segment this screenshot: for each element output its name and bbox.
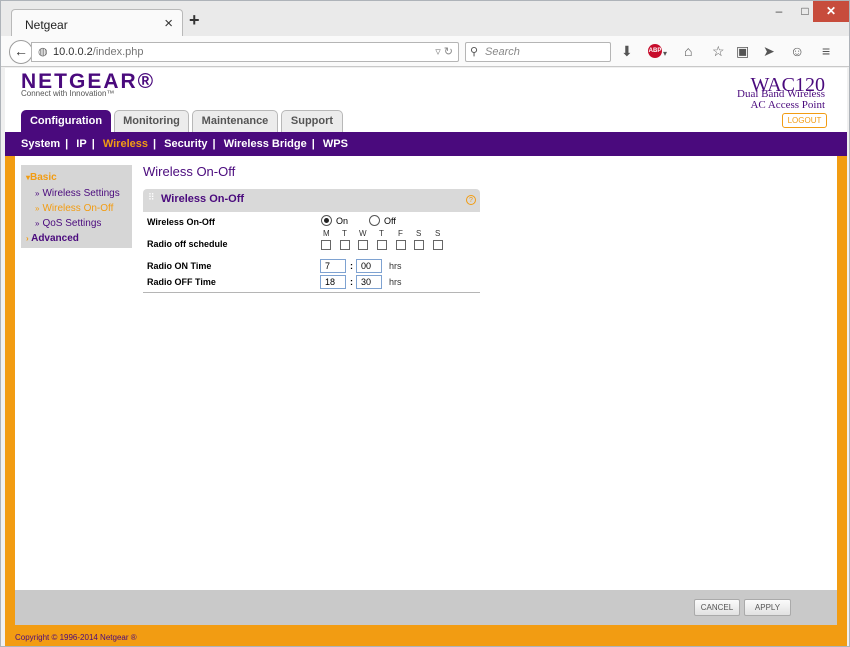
subnav-security[interactable]: Security bbox=[164, 132, 207, 156]
apply-button[interactable]: APPLY bbox=[744, 599, 791, 616]
wireless-onoff-panel: ⠿ Wireless On-Off ? Wireless On-Off On O… bbox=[143, 189, 480, 293]
day-checkbox[interactable] bbox=[358, 240, 368, 250]
download-icon[interactable]: ⬇ bbox=[621, 44, 633, 58]
model-description: Dual Band Wireless AC Access Point bbox=[737, 88, 825, 111]
panel-header: ⠿ Wireless On-Off ? bbox=[143, 189, 480, 212]
clipboard-icon[interactable]: ▣ bbox=[736, 44, 749, 58]
reload-icon[interactable]: ▿ ↻ bbox=[435, 45, 453, 58]
cancel-button[interactable]: CANCEL bbox=[694, 599, 740, 616]
radio-on[interactable] bbox=[321, 215, 332, 226]
menu-item-qos-settings[interactable]: » QoS Settings bbox=[35, 218, 101, 229]
on-hour-input[interactable]: 7 bbox=[320, 259, 346, 273]
navigation-toolbar: ← ◍ 10.0.0.2/index.php ▿ ↻ ⚲ Search ⬇ AB… bbox=[1, 36, 849, 67]
home-icon[interactable]: ⌂ bbox=[684, 44, 692, 58]
search-icon: ⚲ bbox=[470, 46, 479, 58]
tab-configuration[interactable]: Configuration bbox=[21, 110, 111, 132]
menu-icon[interactable]: ≡ bbox=[822, 44, 830, 58]
new-tab-icon[interactable]: + bbox=[189, 11, 200, 29]
copyright-text: Copyright © 1996-2014 Netgear ® bbox=[15, 633, 137, 642]
wireless-onoff-label: Wireless On-Off bbox=[147, 217, 215, 227]
day-checkbox[interactable] bbox=[340, 240, 350, 250]
menu-group-advanced[interactable]: › Advanced bbox=[26, 233, 79, 244]
minimize-icon[interactable]: ‒ bbox=[766, 1, 792, 22]
url-text: 10.0.0.2/index.php bbox=[53, 46, 144, 58]
subnav-ip[interactable]: IP bbox=[76, 132, 86, 156]
url-bar[interactable]: ◍ 10.0.0.2/index.php ▿ ↻ bbox=[31, 42, 459, 62]
off-hour-input[interactable]: 18 bbox=[320, 275, 346, 289]
subnav-wireless-bridge[interactable]: Wireless Bridge bbox=[224, 132, 307, 156]
hrs-label: hrs bbox=[389, 261, 402, 271]
day-checkbox[interactable] bbox=[396, 240, 406, 250]
logo-tagline: Connect with Innovation™ bbox=[21, 89, 115, 98]
bullet-icon: » bbox=[35, 204, 40, 213]
left-menu: ▾Basic » Wireless Settings » Wireless On-O… bbox=[21, 165, 132, 248]
title-bar: Netgear × + ‒ □ ✕ bbox=[1, 1, 849, 37]
sub-navigation: System | IP | Wireless | Security | Wireless… bbox=[5, 132, 847, 156]
page-title: Wireless On-Off bbox=[143, 164, 236, 179]
adblock-icon[interactable]: ABP bbox=[648, 44, 662, 58]
day-checkbox[interactable] bbox=[433, 240, 443, 250]
search-input[interactable]: ⚲ Search bbox=[465, 42, 611, 62]
collapse-arrow-icon: › bbox=[26, 234, 29, 243]
radio-off-time-label: Radio OFF Time bbox=[147, 277, 216, 287]
day-label: S bbox=[416, 229, 422, 238]
day-checkbox[interactable] bbox=[377, 240, 387, 250]
menu-group-basic[interactable]: ▾Basic bbox=[26, 172, 57, 183]
day-label: M bbox=[323, 229, 330, 238]
help-icon[interactable]: ? bbox=[466, 195, 476, 205]
send-icon[interactable]: ➤ bbox=[763, 44, 775, 58]
hrs-label: hrs bbox=[389, 277, 402, 287]
time-colon: : bbox=[350, 277, 353, 287]
browser-window: Netgear × + ‒ □ ✕ ← ◍ 10.0.0.2/index.php… bbox=[0, 0, 850, 647]
tab-monitoring[interactable]: Monitoring bbox=[114, 110, 189, 132]
day-label: S bbox=[435, 229, 441, 238]
tab-title: Netgear bbox=[25, 18, 68, 32]
content-area: ▾Basic » Wireless Settings » Wireless On-O… bbox=[15, 156, 837, 590]
dropdown-icon[interactable]: ▾ bbox=[663, 47, 667, 61]
radio-off-label: Off bbox=[384, 216, 396, 226]
day-label: W bbox=[359, 229, 367, 238]
onoff-radio-group: On Off bbox=[321, 215, 471, 227]
globe-icon: ◍ bbox=[38, 46, 48, 58]
on-minute-input[interactable]: 00 bbox=[356, 259, 382, 273]
time-colon: : bbox=[350, 261, 353, 271]
menu-item-wireless-settings[interactable]: » Wireless Settings bbox=[35, 188, 120, 199]
subnav-system[interactable]: System bbox=[21, 132, 60, 156]
back-arrow-icon: ← bbox=[14, 43, 28, 59]
radio-on-label: On bbox=[336, 216, 349, 226]
close-window-icon[interactable]: ✕ bbox=[813, 1, 849, 22]
day-checkbox[interactable] bbox=[321, 240, 331, 250]
tab-maintenance[interactable]: Maintenance bbox=[192, 110, 278, 132]
panel-divider bbox=[143, 292, 480, 293]
radio-on-time-label: Radio ON Time bbox=[147, 261, 212, 271]
router-admin-page: NETGEAR® Connect with Innovation™ WAC120… bbox=[5, 68, 847, 646]
day-label: T bbox=[379, 229, 384, 238]
day-label: F bbox=[398, 229, 403, 238]
chat-icon[interactable]: ☺ bbox=[790, 44, 804, 58]
tab-close-icon[interactable]: × bbox=[164, 15, 173, 32]
tab-support[interactable]: Support bbox=[281, 110, 343, 132]
main-tabs: Configuration Monitoring Maintenance Sup… bbox=[5, 110, 847, 132]
subnav-wireless[interactable]: Wireless bbox=[103, 132, 148, 156]
schedule-label: Radio off schedule bbox=[147, 239, 228, 249]
bookmark-star-icon[interactable]: ☆ bbox=[712, 44, 725, 58]
footer-bar: CANCEL APPLY bbox=[15, 590, 837, 625]
off-minute-input[interactable]: 30 bbox=[356, 275, 382, 289]
grip-icon: ⠿ bbox=[148, 192, 155, 202]
bullet-icon: » bbox=[35, 219, 40, 228]
panel-title: Wireless On-Off bbox=[161, 193, 245, 205]
radio-off[interactable] bbox=[369, 215, 380, 226]
subnav-wps[interactable]: WPS bbox=[323, 132, 348, 156]
search-placeholder: Search bbox=[485, 46, 520, 58]
day-checkbox[interactable] bbox=[414, 240, 424, 250]
browser-tab[interactable]: Netgear × bbox=[11, 9, 183, 37]
bullet-icon: » bbox=[35, 189, 40, 198]
page-header: NETGEAR® Connect with Innovation™ WAC120… bbox=[5, 68, 847, 132]
day-label: T bbox=[342, 229, 347, 238]
back-button[interactable]: ← bbox=[9, 40, 33, 64]
menu-item-wireless-onoff[interactable]: » Wireless On-Off bbox=[35, 203, 113, 214]
